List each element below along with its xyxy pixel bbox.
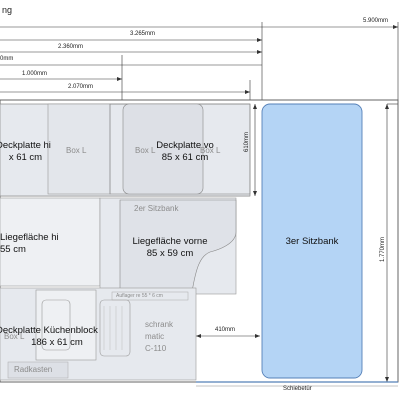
liegeflaeche-vorne-label: Liegefläche vorne 85 x 59 cm bbox=[122, 236, 218, 260]
floor-plan: ng 5.900mm 3.265mm 2.360mm 0mm 1.000mm 2… bbox=[0, 0, 400, 400]
auflager-label: Auflager re 55 * 6 cm bbox=[116, 293, 163, 299]
deckplatte-hi-line1: Deckplatte hi bbox=[0, 140, 51, 151]
matic-label: matic bbox=[145, 332, 165, 341]
schrank-label: schrank bbox=[145, 320, 174, 329]
dritte-sitzbank-label: 3er Sitzbank bbox=[285, 236, 339, 247]
radkasten-label: Radkasten bbox=[14, 365, 53, 374]
liegeflaeche-hi-line1: Liegefläche hi bbox=[0, 232, 59, 243]
dim-2360: 2.360mm bbox=[58, 44, 84, 50]
dim-partial: 0mm bbox=[0, 56, 14, 62]
liegeflaeche-hi-label: Liegefläche hi 55 cm bbox=[0, 232, 59, 256]
deckplatte-hi-label: Deckplatte hi x 61 cm bbox=[0, 140, 51, 164]
deckplatte-vo-line1: Deckplatte vo bbox=[156, 140, 214, 151]
dim-1770: 1.770mm bbox=[380, 236, 386, 262]
deckplatte-vo-line2: 85 x 61 cm bbox=[161, 151, 209, 163]
schiebetuer-label: Schiebetür bbox=[283, 386, 312, 392]
box-l-kitchen-label: Box L bbox=[4, 332, 25, 341]
box-l-label-1: Box L bbox=[66, 146, 87, 155]
dim-1000: 1.000mm bbox=[22, 71, 48, 77]
dim-total-width: 5.900mm bbox=[363, 18, 389, 24]
deckplatte-vo-label: Deckplatte vo 85 x 61 cm bbox=[140, 140, 230, 164]
zweite-sitzbank-label: 2er Sitzbank bbox=[134, 204, 179, 213]
dim-3265: 3.265mm bbox=[130, 31, 156, 37]
c110-label: C-110 bbox=[145, 344, 167, 353]
liegeflaeche-vorne-line2: 85 x 59 cm bbox=[146, 247, 194, 259]
liegeflaeche-hi-line2: 55 cm bbox=[0, 243, 26, 255]
dim-610: 610mm bbox=[244, 131, 250, 152]
liegeflaeche-vorne-line1: Liegefläche vorne bbox=[132, 236, 208, 247]
dim-410: 410mm bbox=[215, 327, 236, 333]
dim-2070: 2.070mm bbox=[68, 84, 94, 90]
deckplatte-hi-line2: x 61 cm bbox=[8, 151, 43, 163]
page-title: ng bbox=[2, 5, 13, 15]
